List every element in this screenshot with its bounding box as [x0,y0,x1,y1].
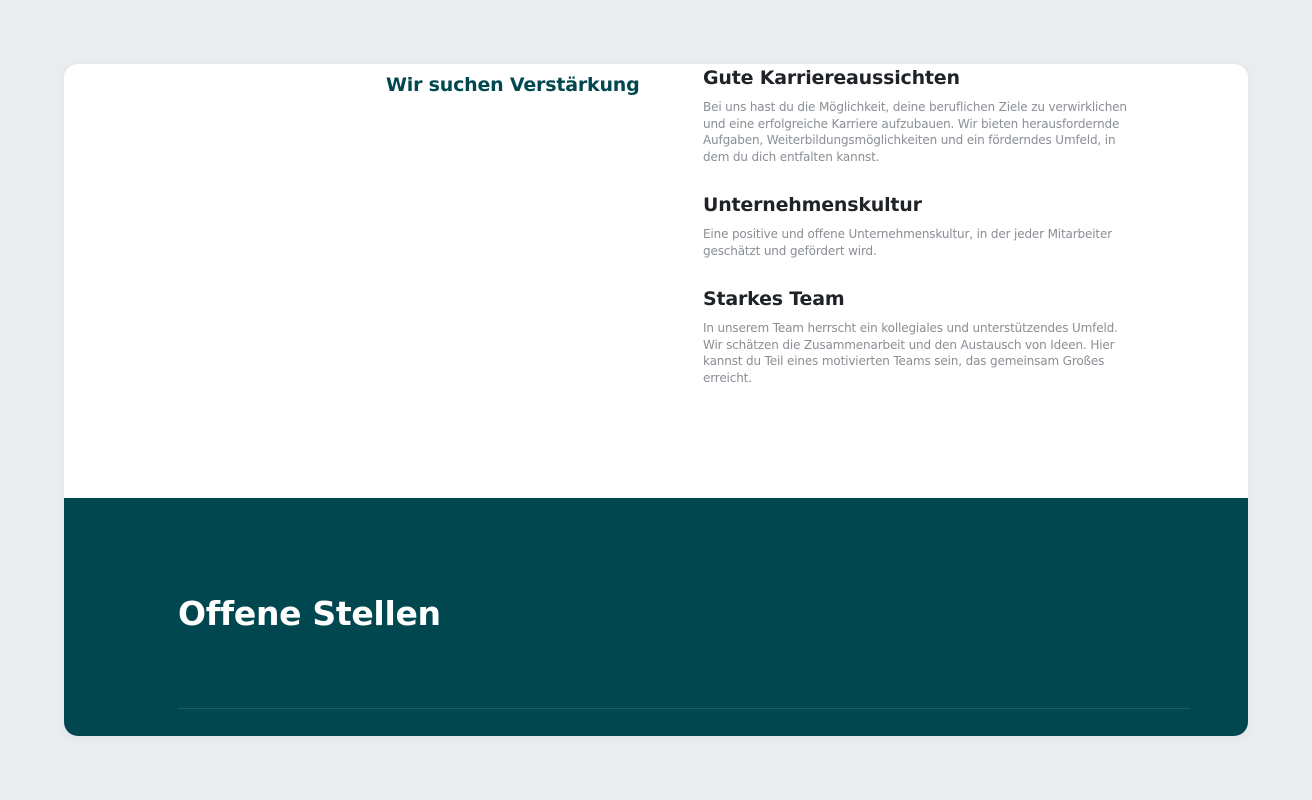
benefit-company-culture: Unternehmenskultur Eine positive und off… [703,192,1133,259]
section-divider [178,708,1190,709]
benefit-title: Gute Karriereaussichten [703,67,960,89]
benefit-description: In unserem Team herrscht ein kollegiales… [703,321,1118,385]
content-card: Wir suchen Verstärkung Gute Karriereauss… [64,64,1248,736]
open-positions-title: Offene Stellen [178,594,441,633]
benefit-title: Starkes Team [703,288,845,310]
recruiting-heading: Wir suchen Verstärkung [386,74,640,96]
benefit-description: Eine positive und offene Unternehmenskul… [703,227,1112,258]
benefit-strong-team: Starkes Team In unserem Team herrscht ei… [703,286,1133,386]
benefit-title: Unternehmenskultur [703,194,922,216]
open-positions-section: Offene Stellen [64,498,1248,736]
benefit-description: Bei uns hast du die Möglichkeit, deine b… [703,100,1127,164]
career-benefits-section: Wir suchen Verstärkung Gute Karriereauss… [64,64,1248,498]
benefit-career-prospects: Gute Karriereaussichten Bei uns hast du … [703,65,1133,165]
